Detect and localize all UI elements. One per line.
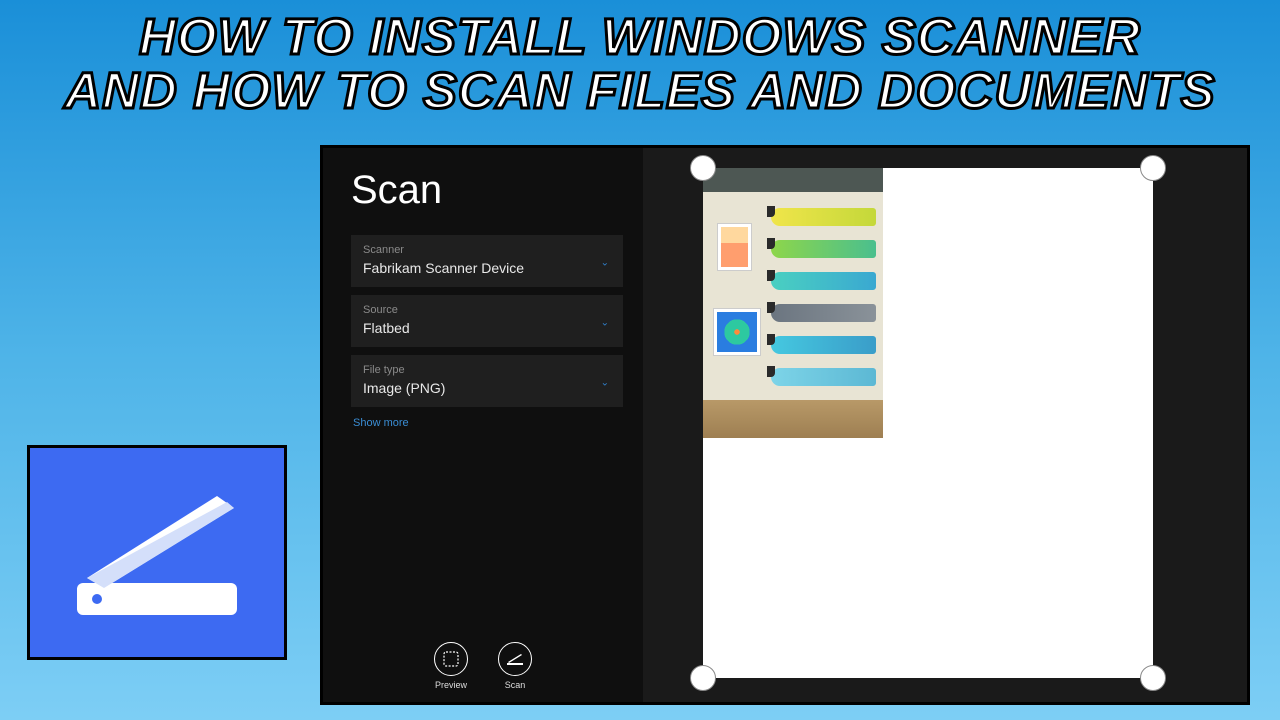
source-label: Source — [363, 304, 611, 316]
chevron-down-icon: ⌄ — [601, 258, 609, 269]
chevron-down-icon: ⌄ — [601, 318, 609, 329]
filetype-dropdown[interactable]: File type Image (PNG) ⌄ — [351, 355, 623, 407]
scanner-icon — [62, 478, 252, 628]
scanner-dropdown[interactable]: Scanner Fabrikam Scanner Device ⌄ — [351, 235, 623, 287]
crop-handle-top-right[interactable] — [1140, 155, 1166, 181]
scan-label: Scan — [498, 680, 532, 690]
crop-handle-top-left[interactable] — [690, 155, 716, 181]
scanned-photo-content — [703, 168, 883, 438]
settings-panel: Scan Scanner Fabrikam Scanner Device ⌄ S… — [323, 148, 643, 702]
chevron-down-icon: ⌄ — [601, 378, 609, 389]
preview-button[interactable]: Preview — [434, 642, 468, 690]
scanner-label: Scanner — [363, 244, 611, 256]
scan-button[interactable]: Scan — [498, 642, 532, 690]
bottom-toolbar: Preview Scan — [323, 642, 643, 690]
preview-area[interactable] — [643, 148, 1247, 702]
title-line-2: AND HOW TO SCAN FILES AND DOCUMENTS — [0, 64, 1280, 118]
crop-handle-bottom-left[interactable] — [690, 665, 716, 691]
crop-handle-bottom-right[interactable] — [1140, 665, 1166, 691]
scanner-app-tile-icon — [27, 445, 287, 660]
filetype-value: Image (PNG) — [363, 380, 611, 396]
preview-label: Preview — [434, 680, 468, 690]
title-line-1: HOW TO INSTALL WINDOWS SCANNER — [0, 10, 1280, 64]
source-value: Flatbed — [363, 320, 611, 336]
scan-icon — [498, 642, 532, 676]
show-more-link[interactable]: Show more — [353, 417, 623, 429]
source-dropdown[interactable]: Source Flatbed ⌄ — [351, 295, 623, 347]
scan-app-window: Scan Scanner Fabrikam Scanner Device ⌄ S… — [320, 145, 1250, 705]
tutorial-title-overlay: HOW TO INSTALL WINDOWS SCANNER AND HOW T… — [0, 10, 1280, 117]
preview-icon — [434, 642, 468, 676]
filetype-label: File type — [363, 364, 611, 376]
scan-preview-page[interactable] — [703, 168, 1153, 678]
scanner-value: Fabrikam Scanner Device — [363, 260, 611, 276]
app-title: Scan — [351, 168, 623, 213]
